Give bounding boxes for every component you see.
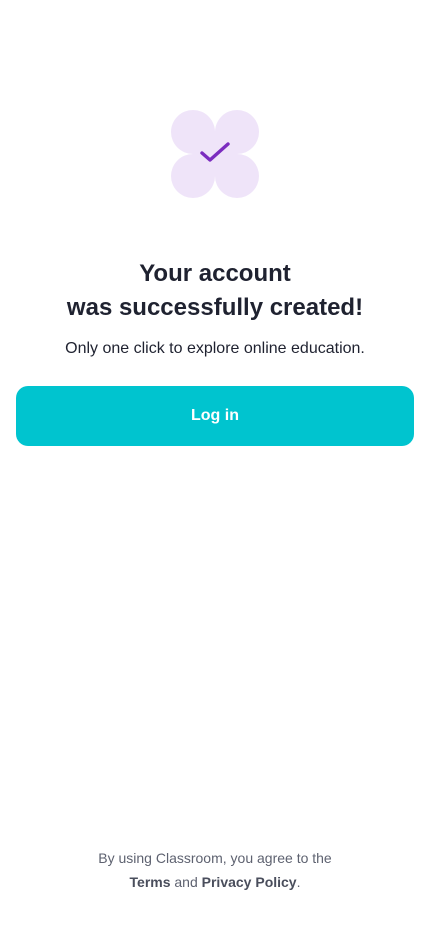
privacy-policy-link[interactable]: Privacy Policy: [202, 874, 297, 890]
page-title-line-2: was successfully created!: [66, 294, 364, 321]
terms-link[interactable]: Terms: [130, 874, 171, 890]
page-title-line-1: Your account: [139, 260, 291, 287]
footer-period: .: [296, 874, 301, 890]
login-button[interactable]: Log in: [16, 386, 414, 446]
success-badge: [171, 110, 259, 198]
terms-notice: By using Classroom, you agree to the: [98, 850, 332, 866]
subtitle: Only one click to explore online educati…: [65, 340, 365, 357]
terms-links: Terms and Privacy Policy.: [0, 872, 430, 892]
checkmark-icon: [200, 142, 230, 162]
and-text: and: [174, 874, 198, 890]
